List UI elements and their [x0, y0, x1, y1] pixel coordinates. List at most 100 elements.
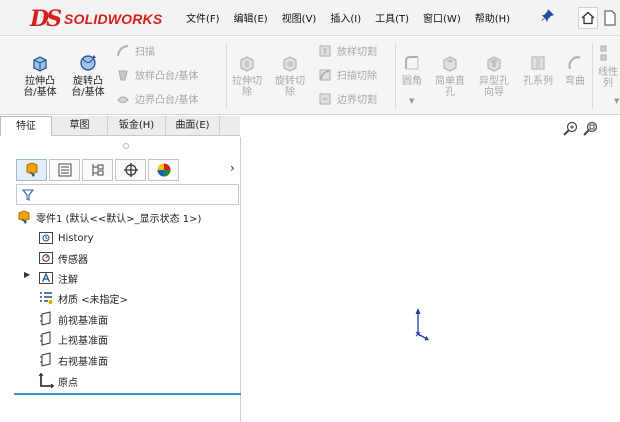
panel-divider: [14, 393, 241, 395]
extrude-boss-button[interactable]: 拉伸凸 台/基体: [22, 52, 58, 98]
tree-part-root[interactable]: 零件1 (默认<<默认>_显示状态 1>): [16, 208, 201, 226]
tree-item-top-plane[interactable]: 上视基准面: [38, 330, 108, 348]
revolve-boss-button[interactable]: 旋转凸 台/基体: [70, 52, 106, 98]
sweep-cut-label: 扫描切除: [337, 71, 377, 82]
ribbon-separator: [395, 43, 396, 109]
pin-icon[interactable]: [540, 9, 556, 25]
home-icon[interactable]: [578, 7, 598, 29]
fillet-button[interactable]: 圆角: [398, 52, 426, 87]
boundary-cut-button[interactable]: 边界切割: [318, 91, 377, 106]
filter-icon[interactable]: [22, 188, 34, 201]
reference-triad: [415, 308, 429, 341]
display-manager-icon: [157, 163, 170, 177]
boundary-boss-button[interactable]: 边界凸台/基体: [116, 91, 198, 106]
solidworks-logo[interactable]: DS SOLIDWORKS: [30, 6, 162, 32]
configuration-manager-tab[interactable]: [82, 159, 113, 181]
feature-manager-tab[interactable]: [16, 159, 47, 181]
tree-item-label: 传感器: [58, 254, 88, 266]
flex-button[interactable]: 弯曲: [560, 52, 590, 87]
plane-icon: [38, 331, 54, 347]
dimxpert-manager-tab[interactable]: [115, 159, 146, 181]
fillet-dropdown-icon[interactable]: ▼: [409, 97, 414, 105]
feature-manager-icon: [26, 162, 37, 177]
loft-cut-label: 放样切割: [337, 47, 377, 58]
ribbon-separator: [226, 43, 227, 109]
chevron-right-icon[interactable]: ›: [230, 161, 235, 175]
menu-edit[interactable]: 编辑(E): [234, 10, 268, 25]
boundary-cut-icon: [319, 93, 331, 104]
menu-help[interactable]: 帮助(H): [475, 10, 510, 25]
extrude-boss-label: 拉伸凸 台/基体: [23, 76, 57, 98]
tree-item-sensors[interactable]: 传感器: [38, 249, 88, 267]
sweep-cut-button[interactable]: 扫描切除: [318, 67, 377, 82]
revolve-cut-label: 旋转切 除: [275, 76, 305, 98]
tree-filter[interactable]: [16, 184, 239, 205]
tab-sheet-metal[interactable]: 钣金(H): [108, 116, 166, 136]
sweep-cut-icon: [319, 69, 331, 80]
zoom-to-fit-icon[interactable]: [562, 121, 580, 137]
loft-icon: [118, 70, 128, 80]
revolve-cut-icon: [283, 56, 297, 72]
boundary-boss-label: 边界凸台/基体: [135, 95, 199, 106]
ribbon-separator: [592, 43, 593, 109]
tab-sketch[interactable]: 草图: [52, 116, 108, 136]
property-manager-tab[interactable]: [49, 159, 80, 181]
heads-up-view-toolbar: [562, 121, 602, 137]
simple-hole-icon: [443, 56, 457, 72]
hole-series-label: 孔系列: [523, 76, 553, 87]
loft-cut-button[interactable]: 放样切割: [318, 43, 377, 58]
menu-file[interactable]: 文件(F): [186, 10, 220, 25]
hole-series-button[interactable]: 孔系列: [518, 52, 558, 87]
linear-pattern-button[interactable]: 线性 列: [596, 43, 620, 89]
menu-view[interactable]: 视图(V): [282, 10, 317, 25]
part-icon: [16, 209, 32, 225]
new-document-icon[interactable]: [600, 7, 620, 29]
simple-hole-label: 简单直 孔: [435, 76, 465, 98]
command-manager-tabs: 特征 草图 钣金(H) 曲面(E): [0, 116, 240, 136]
revolve-cut-button[interactable]: 旋转切 除: [272, 52, 308, 98]
tab-surfaces[interactable]: 曲面(E): [166, 116, 220, 136]
loft-cut-icon: [319, 45, 331, 56]
tree-item-right-plane[interactable]: 右视基准面: [38, 351, 108, 369]
tree-item-front-plane[interactable]: 前视基准面: [38, 310, 108, 328]
display-manager-tab[interactable]: [148, 159, 179, 181]
panel-grip[interactable]: [123, 143, 129, 149]
tree-item-label: 上视基准面: [58, 335, 108, 347]
graphics-area[interactable]: [242, 116, 620, 422]
flex-icon: [568, 56, 581, 70]
sweep-icon: [117, 44, 129, 56]
tree-item-material[interactable]: 材质 <未指定>: [38, 289, 128, 307]
origin-icon: [38, 373, 54, 389]
zoom-area-icon[interactable]: [582, 121, 600, 137]
manager-tabs: [16, 159, 181, 181]
menu-bar: 文件(F) 编辑(E) 视图(V) 插入(I) 工具(T) 窗口(W) 帮助(H…: [186, 10, 524, 25]
extrude-cut-icon: [240, 56, 254, 72]
tree-item-origin[interactable]: 原点: [38, 372, 78, 390]
menu-tools[interactable]: 工具(T): [375, 10, 409, 25]
sweep-button[interactable]: 扫描: [116, 43, 155, 58]
tree-item-annotations[interactable]: 注解: [38, 269, 78, 287]
plane-icon: [38, 311, 54, 327]
hole-wizard-icon: [487, 56, 501, 72]
linear-pattern-label: 线性 列: [598, 67, 618, 89]
pattern-dropdown-icon[interactable]: ▼: [614, 97, 619, 105]
annotation-icon: [38, 270, 54, 286]
crosshair-icon: [123, 163, 138, 177]
tab-features[interactable]: 特征: [0, 116, 52, 136]
expand-annotations-icon[interactable]: ▶: [24, 270, 30, 279]
logo-text: SOLIDWORKS: [63, 11, 163, 27]
menu-insert[interactable]: 插入(I): [330, 10, 361, 25]
fillet-label: 圆角: [402, 76, 422, 87]
flex-label: 弯曲: [565, 76, 585, 87]
extrude-boss-icon: [33, 56, 47, 72]
loft-boss-button[interactable]: 放样凸台/基体: [116, 67, 198, 82]
linear-pattern-icon: [600, 45, 607, 61]
hole-wizard-button[interactable]: 异型孔 向导: [474, 52, 514, 98]
boundary-boss-icon: [117, 96, 129, 103]
tree-item-history[interactable]: History: [38, 229, 94, 247]
extrude-cut-label: 拉伸切 除: [232, 76, 262, 98]
simple-hole-button[interactable]: 简单直 孔: [430, 52, 470, 98]
extrude-cut-button[interactable]: 拉伸切 除: [229, 52, 265, 98]
menu-window[interactable]: 窗口(W): [423, 10, 461, 25]
material-icon: [38, 290, 54, 306]
